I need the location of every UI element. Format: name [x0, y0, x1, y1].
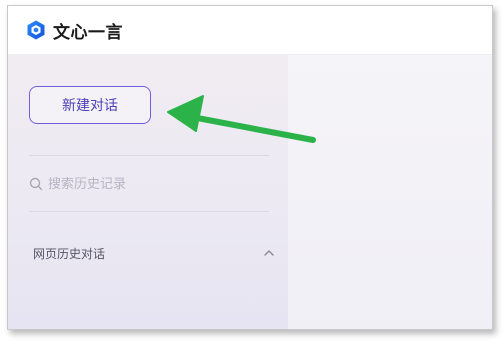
- search-input[interactable]: [48, 176, 248, 192]
- divider: [29, 155, 269, 156]
- history-section-header[interactable]: 网页历史对话: [33, 243, 275, 263]
- brand-name: 文心一言: [53, 22, 123, 43]
- new-chat-button[interactable]: 新建对话: [29, 86, 151, 124]
- chevron-up-icon[interactable]: [263, 247, 275, 259]
- top-bar: 文心一言: [8, 6, 492, 55]
- search-icon: [29, 177, 43, 191]
- ernie-logo-icon: [27, 20, 45, 40]
- main-content: [288, 55, 492, 329]
- app-window: 文心一言 新建对话 网页历史对话: [7, 5, 493, 330]
- history-section-title: 网页历史对话: [33, 246, 106, 261]
- divider: [29, 211, 269, 212]
- search-box[interactable]: [29, 173, 269, 195]
- sidebar: 新建对话 网页历史对话: [8, 55, 288, 329]
